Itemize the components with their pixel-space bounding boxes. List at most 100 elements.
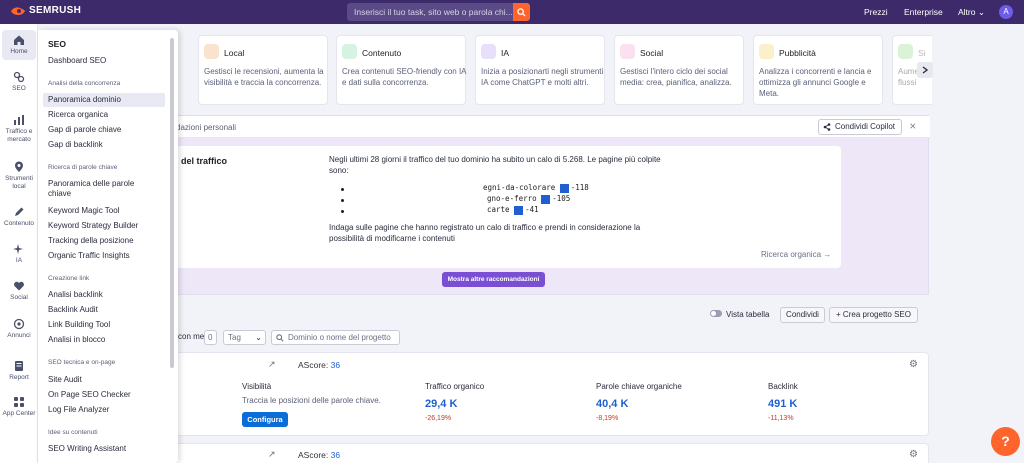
menu-heading: Idee su contenuti — [48, 429, 98, 436]
avatar[interactable]: A — [999, 5, 1013, 19]
rail-item-report[interactable]: Report — [2, 360, 36, 382]
menu-item-keyword-magic[interactable]: Keyword Magic Tool — [48, 206, 164, 216]
share-button[interactable]: Condividi — [780, 307, 825, 323]
info-icon — [514, 205, 524, 215]
rail-item-contenuto[interactable]: Contenuto — [2, 206, 36, 228]
rail-item-social[interactable]: Social — [2, 280, 36, 302]
search-button[interactable] — [513, 3, 530, 21]
recommendation-card: del traffico Negli ultimi 28 giorni il t… — [171, 146, 841, 268]
target-icon — [13, 318, 25, 330]
rail-item-app-center[interactable]: App Center — [2, 396, 36, 418]
menu-item-analisi-backlink[interactable]: Analisi backlink — [48, 290, 164, 300]
pen-icon — [15, 207, 24, 216]
external-link-icon[interactable]: ↗ — [268, 449, 276, 460]
bullet — [341, 188, 344, 191]
ascore-value[interactable]: 36 — [331, 360, 340, 370]
organic-keywords-delta: -8,19% — [596, 415, 619, 422]
menu-item-tracking[interactable]: Tracking della posizione — [48, 236, 164, 246]
menu-item-link-building[interactable]: Link Building Tool — [48, 320, 164, 330]
page-delta: -118 — [570, 183, 589, 192]
card-desc: Analizza i concorrenti e lancia e ottimi… — [759, 67, 872, 98]
nav-enterprise[interactable]: Enterprise — [904, 0, 943, 24]
rail-label: Home — [10, 48, 28, 55]
menu-heading: Creazione link — [48, 275, 90, 282]
backlink-delta: -11,13% — [768, 415, 794, 422]
page-item-2[interactable]: gno-e-ferro -105 — [487, 194, 570, 204]
menu-item-panoramica-parole[interactable]: Panoramica delle parole chiave — [48, 179, 143, 199]
rail-label: Traffico e mercato — [5, 128, 33, 143]
gear-icon[interactable]: ⚙ — [909, 449, 918, 460]
page-delta: -41 — [525, 205, 539, 214]
menu-item-organic-traffic[interactable]: Organic Traffic Insights — [48, 251, 164, 261]
rail-item-annunci[interactable]: Annunci — [2, 318, 36, 340]
card-title: Pubblicità — [779, 48, 816, 58]
project-search-placeholder: Dominio o nome del progetto — [288, 333, 391, 342]
menu-scrollbar[interactable] — [170, 38, 174, 368]
card-title: IA — [501, 48, 510, 58]
rail-item-traffico[interactable]: Traffico e mercato — [2, 114, 36, 144]
rail-item-seo[interactable]: SEO — [2, 71, 36, 93]
rail-item-local[interactable]: Strumenti local — [2, 161, 36, 191]
menu-item-ricerca-organica[interactable]: Ricerca organica — [48, 110, 164, 120]
rail-label: Strumenti local — [5, 175, 33, 190]
rail-item-home[interactable]: Home — [2, 30, 36, 60]
card-title: Contenuto — [362, 48, 402, 58]
show-more-recommendations-button[interactable]: Mostra altre raccomandazioni — [442, 272, 545, 287]
search-placeholder: Inserisci il tuo task, sito web o parola… — [354, 7, 513, 17]
gear-icon[interactable]: ⚙ — [909, 359, 918, 370]
table-view-toggle[interactable] — [710, 310, 722, 317]
card-desc: Inizia a posizionarti negli strumenti IA… — [481, 67, 604, 87]
rail-label: App Center — [2, 410, 36, 417]
menu-item-backlink-audit[interactable]: Backlink Audit — [48, 305, 164, 315]
top-bar: SEMRUSH Inserisci il tuo task, sito web … — [0, 0, 1024, 24]
external-link-icon[interactable]: ↗ — [268, 359, 276, 370]
card-contenuto[interactable]: Contenuto Crea contenuti SEO-friendly co… — [336, 35, 466, 105]
menu-item-gap-backlink[interactable]: Gap di backlink — [48, 140, 164, 150]
tag-select[interactable]: Tag ⌄ — [223, 330, 266, 345]
global-search-input[interactable]: Inserisci il tuo task, sito web o parola… — [347, 3, 530, 21]
card-ia[interactable]: IA Inizia a posizionarti negli strumenti… — [475, 35, 605, 105]
menu-item-keyword-strategy[interactable]: Keyword Strategy Builder — [48, 221, 164, 231]
backlink-value[interactable]: 491 K — [768, 398, 797, 410]
ascore-value[interactable]: 36 — [331, 450, 340, 460]
nav-prezzi[interactable]: Prezzi — [864, 0, 888, 24]
shared-count: 0 — [204, 330, 217, 345]
share-copilot-button[interactable]: Condividi Copilot — [818, 119, 902, 135]
rail-label: SEO — [12, 85, 26, 92]
brand-name: SEMRUSH — [29, 5, 82, 16]
recommendations-header: dazioni personali Condividi Copilot ⨯ — [161, 116, 930, 138]
menu-item-panoramica-dominio[interactable]: Panoramica dominio — [43, 93, 165, 107]
card-pubblicita[interactable]: Pubblicità Analizza i concorrenti e lanc… — [753, 35, 883, 105]
ricerca-organica-link[interactable]: Ricerca organica → — [761, 250, 831, 259]
cards-next-button[interactable] — [917, 62, 933, 78]
semrush-logo[interactable]: SEMRUSH — [10, 5, 81, 16]
menu-item-site-audit[interactable]: Site Audit — [48, 375, 164, 385]
menu-item-log-file[interactable]: Log File Analyzer — [48, 405, 164, 415]
card-social[interactable]: Social Gestisci l'intero ciclo dei socia… — [614, 35, 744, 105]
card-desc: Crea contenuti SEO-friendly con IA e dat… — [342, 67, 467, 87]
link-icon — [898, 44, 913, 59]
search-icon — [517, 7, 526, 17]
menu-item-analisi-blocco[interactable]: Analisi in blocco — [48, 335, 164, 345]
share-icon — [823, 123, 831, 131]
page-path: gno-e-ferro — [487, 194, 537, 203]
menu-item-on-page[interactable]: On Page SEO Checker — [48, 390, 164, 400]
create-seo-project-button[interactable]: + Crea progetto SEO — [829, 307, 918, 323]
menu-item-seo-writing[interactable]: SEO Writing Assistant — [48, 444, 164, 454]
semrush-flame-icon — [11, 6, 25, 15]
nav-altro[interactable]: Altro ⌄ — [958, 0, 985, 24]
menu-item-dashboard[interactable]: Dashboard SEO — [48, 56, 164, 66]
page-item-3[interactable]: carte -41 — [487, 205, 539, 215]
organic-keywords-value[interactable]: 40,4 K — [596, 398, 628, 410]
menu-item-gap-parole[interactable]: Gap di parole chiave — [48, 125, 164, 135]
rail-item-ia[interactable]: IA — [2, 243, 36, 265]
collapse-icon[interactable]: ⨯ — [909, 121, 917, 132]
card-local[interactable]: Local Gestisci le recensioni, aumenta la… — [198, 35, 328, 105]
organic-traffic-value[interactable]: 29,4 K — [425, 398, 457, 410]
seo-icon — [13, 71, 25, 83]
shared-filter-label[interactable]: con me — [178, 332, 204, 341]
configure-button[interactable]: Configura — [242, 412, 288, 427]
page-item-1[interactable]: egni-da-colorare -118 — [483, 183, 589, 193]
project-search-input[interactable]: Dominio o nome del progetto — [271, 330, 400, 345]
help-button[interactable]: ? — [991, 427, 1020, 456]
